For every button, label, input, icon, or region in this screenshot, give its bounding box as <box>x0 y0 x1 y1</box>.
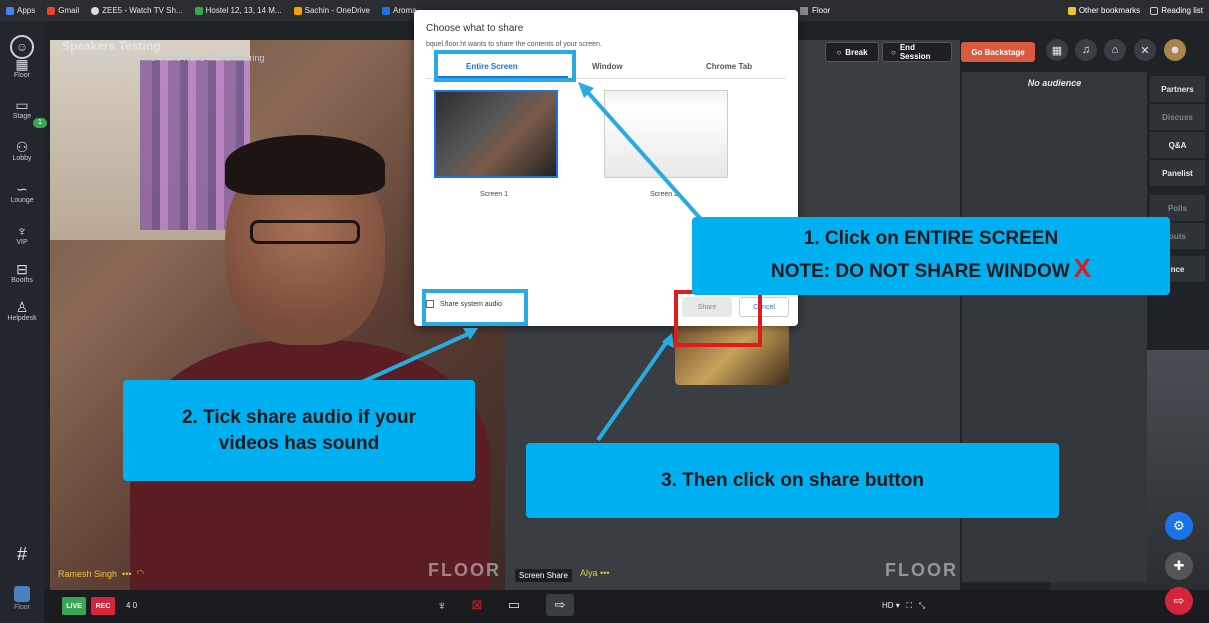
arrow-share-button <box>596 338 670 442</box>
callout-2-line-1: 2. Tick share audio if your <box>181 406 417 428</box>
arrow-layer <box>359 82 709 442</box>
do-not-icon: X <box>1073 253 1092 284</box>
callout-entire-screen: 1. Click on ENTIRE SCREEN NOTE: DO NOT S… <box>692 217 1170 295</box>
arrow-share-audio <box>359 331 471 385</box>
callout-2-line-2: videos has sound <box>218 432 380 454</box>
arrow-entire-screen <box>582 86 709 228</box>
callout-share-button: 3. Then click on share button <box>526 443 1059 518</box>
callout-1-line-2: NOTE: DO NOT SHARE WINDOW X <box>771 251 1091 286</box>
callout-1-line-1: 1. Click on ENTIRE SCREEN <box>803 227 1059 249</box>
callout-3-text: 3. Then click on share button <box>661 469 924 491</box>
callout-1-note: NOTE: DO NOT SHARE WINDOW <box>770 261 1070 283</box>
callout-share-audio: 2. Tick share audio if your videos has s… <box>123 380 475 481</box>
